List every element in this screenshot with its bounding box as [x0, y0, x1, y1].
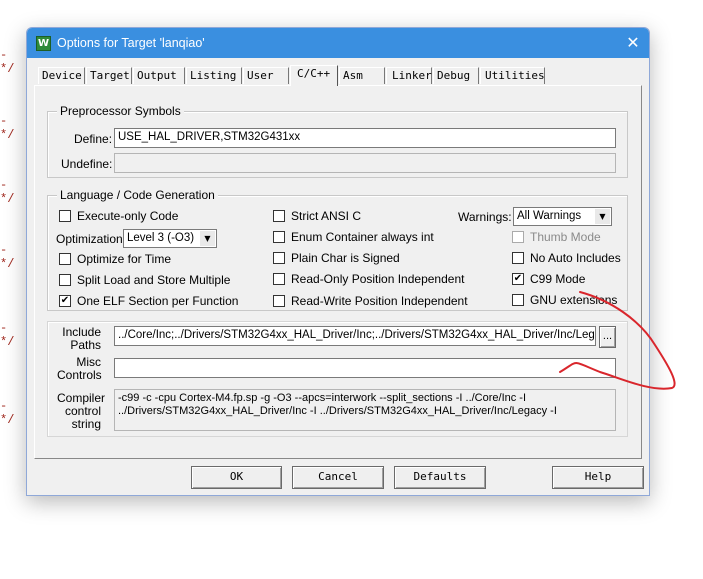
tab-device[interactable]: Device — [38, 67, 85, 84]
undefine-input[interactable] — [114, 153, 616, 173]
cancel-button[interactable]: Cancel — [292, 466, 384, 489]
tab-target[interactable]: Target — [86, 67, 132, 84]
plain-char-checkbox[interactable] — [273, 252, 285, 264]
window-title: Options for Target 'lanqiao' — [57, 36, 205, 50]
thumb-mode-checkbox[interactable] — [512, 231, 524, 243]
warnings-label: Warnings: — [458, 210, 512, 224]
tab-utilities[interactable]: Utilities — [480, 67, 545, 84]
enum-container-label: Enum Container always int — [291, 230, 434, 244]
optimization-value: Level 3 (-O3) — [127, 232, 195, 244]
options-dialog: W Options for Target 'lanqiao' ✕ Device … — [26, 27, 650, 496]
gnu-extensions-checkbox[interactable] — [512, 294, 524, 306]
code-comment-mark: -*/ — [0, 243, 15, 271]
compiler-control-string[interactable]: -c99 -c -cpu Cortex-M4.fp.sp -g -O3 --ap… — [114, 389, 616, 431]
warnings-select[interactable]: All Warnings ▼ — [513, 207, 612, 226]
c99-mode-checkbox[interactable]: ✔ — [512, 273, 524, 285]
rw-position-checkbox[interactable] — [273, 295, 285, 307]
title-bar[interactable]: W Options for Target 'lanqiao' ✕ — [27, 28, 649, 58]
split-load-checkbox[interactable] — [59, 274, 71, 286]
thumb-mode-label: Thumb Mode — [530, 230, 601, 244]
strict-ansi-checkbox[interactable] — [273, 210, 285, 222]
tab-strip: Device Target Output Listing User C/C++ … — [36, 65, 636, 86]
undefine-label: Undefine: — [61, 157, 113, 171]
warnings-value: All Warnings — [517, 210, 582, 222]
keil-app-icon: W — [36, 36, 51, 51]
include-paths-label: Include Paths — [62, 325, 101, 352]
no-auto-includes-label: No Auto Includes — [530, 251, 621, 265]
misc-controls-label: Misc Controls — [57, 355, 102, 382]
define-label: Define: — [74, 132, 113, 146]
code-comment-mark: -*/ — [0, 178, 15, 206]
optimization-select[interactable]: Level 3 (-O3) ▼ — [123, 229, 217, 248]
misc-controls-input[interactable] — [114, 358, 616, 378]
execute-only-checkbox[interactable] — [59, 210, 71, 222]
help-button[interactable]: Help — [552, 466, 644, 489]
one-elf-label: One ELF Section per Function — [77, 294, 239, 308]
dropdown-arrow-icon: ▼ — [595, 209, 610, 224]
optimization-label: Optimization: — [56, 232, 127, 246]
defaults-button[interactable]: Defaults — [394, 466, 486, 489]
dropdown-arrow-icon: ▼ — [200, 231, 215, 246]
plain-char-label: Plain Char is Signed — [291, 251, 400, 265]
tab-debug[interactable]: Debug — [433, 67, 479, 84]
compiler-string-label: Compiler control string — [57, 391, 106, 431]
code-comment-mark: -*/ — [0, 114, 15, 142]
close-icon[interactable]: ✕ — [623, 33, 643, 53]
split-load-label: Split Load and Store Multiple — [77, 273, 231, 287]
enum-container-checkbox[interactable] — [273, 231, 285, 243]
ro-position-checkbox[interactable] — [273, 273, 285, 285]
browse-include-paths-button[interactable]: ... — [599, 326, 616, 348]
no-auto-includes-checkbox[interactable] — [512, 252, 524, 264]
ok-button[interactable]: OK — [191, 466, 282, 489]
code-comment-mark: -*/ — [0, 321, 15, 349]
tab-c-cpp[interactable]: C/C++ — [290, 65, 338, 86]
strict-ansi-label: Strict ANSI C — [291, 209, 362, 223]
one-elf-checkbox[interactable]: ✔ — [59, 295, 71, 307]
optimize-time-checkbox[interactable] — [59, 253, 71, 265]
c99-mode-label: C99 Mode — [530, 272, 586, 286]
tab-asm[interactable]: Asm — [339, 67, 385, 84]
language-legend: Language / Code Generation — [57, 188, 218, 202]
define-input[interactable]: USE_HAL_DRIVER,STM32G431xx — [114, 128, 616, 148]
code-comment-mark: -*/ — [0, 399, 15, 427]
execute-only-label: Execute-only Code — [77, 209, 179, 223]
preprocessor-legend: Preprocessor Symbols — [57, 104, 184, 118]
rw-position-label: Read-Write Position Independent — [291, 294, 468, 308]
optimize-time-label: Optimize for Time — [77, 252, 172, 266]
gnu-extensions-label: GNU extensions — [530, 293, 618, 307]
tab-linker[interactable]: Linker — [386, 67, 432, 84]
tab-listing[interactable]: Listing — [186, 67, 242, 84]
tab-output[interactable]: Output — [133, 67, 185, 84]
include-paths-input[interactable]: ../Core/Inc;../Drivers/STM32G4xx_HAL_Dri… — [114, 326, 596, 346]
ro-position-label: Read-Only Position Independent — [291, 272, 465, 286]
code-comment-mark: -*/ — [0, 48, 15, 76]
tab-user[interactable]: User — [243, 67, 289, 84]
